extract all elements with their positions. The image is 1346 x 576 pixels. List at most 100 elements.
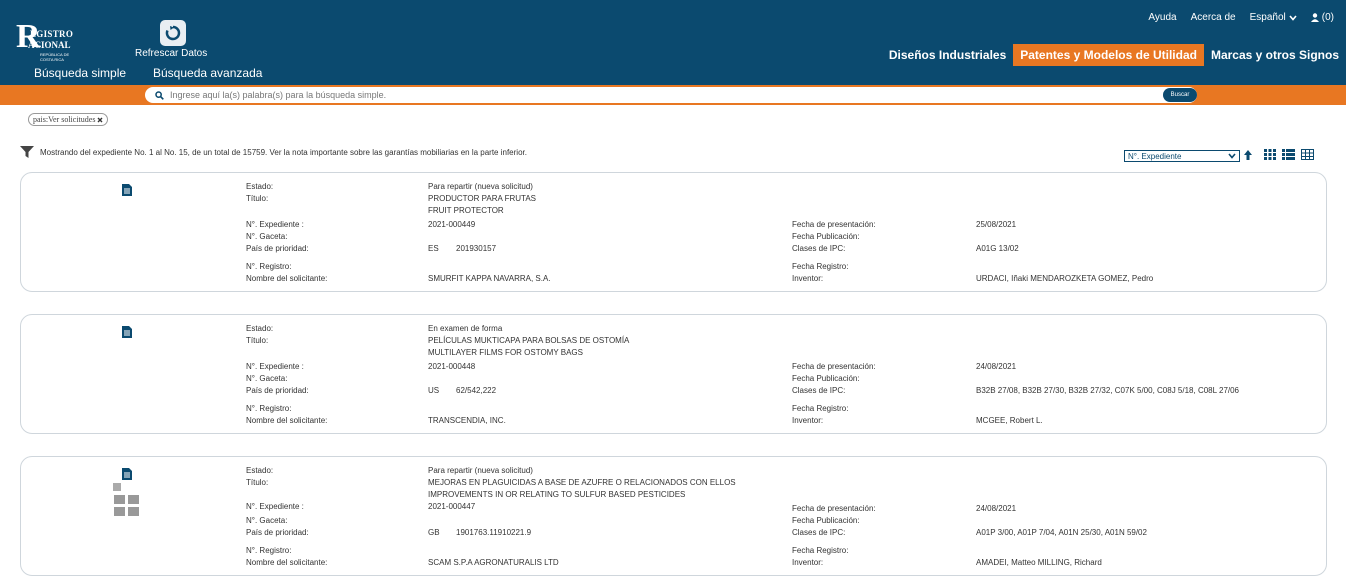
inventor-label: Inventor: <box>792 558 824 567</box>
document-icon[interactable] <box>122 184 132 196</box>
inventor-value: URDACI, Iñaki MENDAROZKETA GOMEZ, Pedro <box>976 274 1154 283</box>
refresh-button[interactable] <box>160 20 186 46</box>
pais-label: País de prioridad: <box>246 244 309 253</box>
gaceta-label: N°. Gaceta: <box>246 374 288 383</box>
filter-chip-label: pais:Ver solicitudes <box>33 115 96 124</box>
fecha-presentacion-value: 25/08/2021 <box>976 220 1017 229</box>
top-links: Ayuda Acerca de Español (0) <box>1148 12 1334 23</box>
result-card[interactable]: Estado: En examen de forma Título: PELÍC… <box>20 314 1327 434</box>
pais-code: ES <box>428 244 439 253</box>
gaceta-label: N°. Gaceta: <box>246 516 288 525</box>
sort-select[interactable]: N°. Expediente <box>1124 150 1240 162</box>
clases-value: A01P 3/00, A01P 7/04, A01N 25/30, A01N 5… <box>976 528 1147 537</box>
logo-line-1: EGISTRO <box>30 29 74 39</box>
list-view-icon[interactable] <box>1282 149 1295 160</box>
close-icon[interactable] <box>97 117 103 123</box>
result-summary-text: Mostrando del expediente No. 1 al No. 15… <box>40 147 527 157</box>
logo-line-3: REPÚBLICA DE COSTA RICA <box>40 52 70 62</box>
titulo-en: IMPROVEMENTS IN OR RELATING TO SULFUR BA… <box>428 490 686 499</box>
clases-label: Clases de IPC: <box>792 386 846 395</box>
patent-drawing-thumbnail[interactable] <box>113 481 141 519</box>
language-label: Español <box>1249 12 1286 23</box>
tab-patentes[interactable]: Patentes y Modelos de Utilidad <box>1013 44 1204 66</box>
expediente-label: N°. Expediente : <box>246 220 304 229</box>
solicitante-value: SCAM S.P.A AGRONATURALIS LTD <box>428 558 559 567</box>
estado-value: Para repartir (nueva solicitud) <box>428 466 533 475</box>
pais-code: GB <box>428 528 440 537</box>
inventor-value: AMADEI, Matteo MILLING, Richard <box>976 558 1102 567</box>
clases-label: Clases de IPC: <box>792 528 846 537</box>
result-summary: Mostrando del expediente No. 1 al No. 15… <box>20 146 527 158</box>
solicitante-label: Nombre del solicitante: <box>246 558 328 567</box>
fecha-registro-label: Fecha Registro: <box>792 546 849 555</box>
logo-line-2: ACIONAL <box>28 40 71 50</box>
fecha-presentacion-label: Fecha de presentación: <box>792 362 876 371</box>
help-link[interactable]: Ayuda <box>1148 12 1176 23</box>
fecha-presentacion-label: Fecha de presentación: <box>792 504 876 513</box>
expediente-value: 2021-000447 <box>428 502 476 511</box>
user-count: (0) <box>1321 12 1334 23</box>
result-card[interactable]: Estado: Para repartir (nueva solicitud) … <box>20 456 1327 576</box>
titulo-es: PELÍCULAS MUKTICAPA PARA BOLSAS DE OSTOM… <box>428 336 630 345</box>
document-icon[interactable] <box>122 326 132 338</box>
pais-code: US <box>428 386 440 395</box>
fecha-presentacion-label: Fecha de presentación: <box>792 220 876 229</box>
fecha-presentacion-value: 24/08/2021 <box>976 362 1017 371</box>
estado-value: Para repartir (nueva solicitud) <box>428 182 533 191</box>
titulo-es: PRODUCTOR PARA FRUTAS <box>428 194 537 203</box>
about-link[interactable]: Acerca de <box>1191 12 1236 23</box>
table-view-icon[interactable] <box>1301 149 1314 160</box>
estado-label: Estado: <box>246 324 274 333</box>
prioridad-value: 1901763.11910221.9 <box>456 528 532 537</box>
expediente-label: N°. Expediente : <box>246 362 304 371</box>
pais-label: País de prioridad: <box>246 528 309 537</box>
pais-label: País de prioridad: <box>246 386 309 395</box>
filter-icon[interactable] <box>20 146 34 158</box>
registro-label: N°. Registro: <box>246 546 292 555</box>
expediente-label: N°. Expediente : <box>246 502 304 511</box>
tab-disenos-industriales[interactable]: Diseños Industriales <box>882 44 1013 66</box>
inventor-value: MCGEE, Robert L. <box>976 416 1043 425</box>
refresh-label[interactable]: Refrescar Datos <box>135 48 207 59</box>
prioridad-value: 62/542,222 <box>456 386 497 395</box>
chevron-down-icon <box>1289 14 1297 21</box>
sort-ascending-icon[interactable] <box>1243 149 1253 161</box>
clases-label: Clases de IPC: <box>792 244 846 253</box>
registro-label: N°. Registro: <box>246 404 292 413</box>
language-dropdown[interactable]: Español <box>1250 12 1297 23</box>
prioridad-value: 201930157 <box>456 244 497 253</box>
clases-value: B32B 27/08, B32B 27/30, B32B 27/32, C07K… <box>976 386 1240 395</box>
solicitante-label: Nombre del solicitante: <box>246 274 328 283</box>
app-header: R EGISTRO ACIONAL REPÚBLICA DE COSTA RIC… <box>0 0 1346 85</box>
fecha-registro-label: Fecha Registro: <box>792 404 849 413</box>
titulo-label: Título: <box>246 336 269 345</box>
estado-value: En examen de forma <box>428 324 503 333</box>
fecha-publicacion-label: Fecha Publicación: <box>792 374 860 383</box>
result-card[interactable]: Estado: Para repartir (nueva solicitud) … <box>20 172 1327 292</box>
nav-simple-search[interactable]: Búsqueda simple <box>34 66 126 80</box>
estado-label: Estado: <box>246 182 274 191</box>
registro-nacional-logo[interactable]: R EGISTRO ACIONAL REPÚBLICA DE COSTA RIC… <box>16 20 86 68</box>
document-icon[interactable] <box>122 468 132 480</box>
titulo-en: FRUIT PROTECTOR <box>428 206 504 215</box>
gaceta-label: N°. Gaceta: <box>246 232 288 241</box>
titulo-label: Título: <box>246 478 269 487</box>
tab-marcas[interactable]: Marcas y otros Signos <box>1204 44 1346 66</box>
fecha-registro-label: Fecha Registro: <box>792 262 849 271</box>
search-button[interactable]: Buscar <box>1163 88 1197 102</box>
inventor-label: Inventor: <box>792 416 824 425</box>
search-placeholder: Ingrese aquí la(s) palabra(s) para la bú… <box>170 90 387 100</box>
search-input[interactable]: Ingrese aquí la(s) palabra(s) para la bú… <box>145 87 1197 103</box>
nav-advanced-search[interactable]: Búsqueda avanzada <box>153 66 262 80</box>
filter-chip[interactable]: pais:Ver solicitudes <box>28 113 109 126</box>
user-menu[interactable]: (0) <box>1310 12 1334 23</box>
solicitante-value: TRANSCENDIA, INC. <box>428 416 506 425</box>
fecha-presentacion-value: 24/08/2021 <box>976 504 1017 513</box>
grid-view-icon[interactable] <box>1264 149 1276 160</box>
user-icon <box>1310 13 1319 22</box>
titulo-label: Título: <box>246 194 269 203</box>
inventor-label: Inventor: <box>792 274 824 283</box>
solicitante-label: Nombre del solicitante: <box>246 416 328 425</box>
titulo-en: MULTILAYER FILMS FOR OSTOMY BAGS <box>428 348 583 357</box>
clases-value: A01G 13/02 <box>976 244 1019 253</box>
